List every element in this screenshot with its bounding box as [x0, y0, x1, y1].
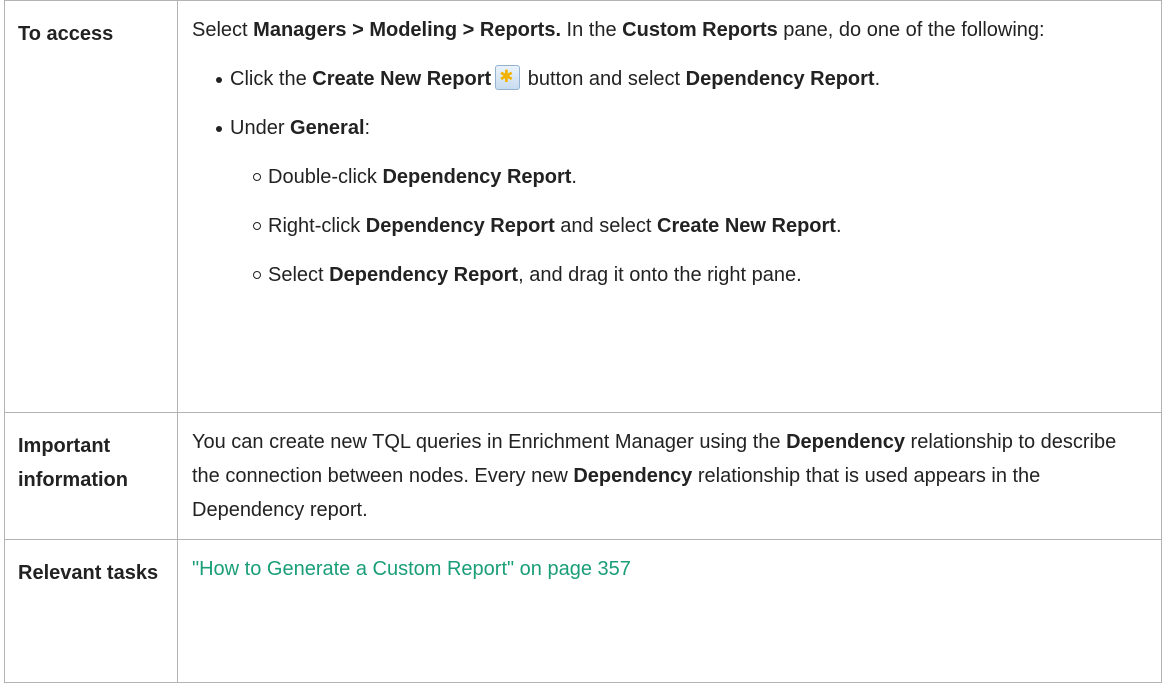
- intro-paragraph: Select Managers > Modeling > Reports. In…: [192, 13, 1147, 47]
- generate-custom-report-link[interactable]: "How to Generate a Custom Report" on pag…: [192, 558, 631, 580]
- row-content-to-access: Select Managers > Modeling > Reports. In…: [177, 0, 1162, 413]
- bullet-dot: [216, 126, 222, 132]
- button-name: Create New Report: [312, 68, 492, 90]
- row-label-relevant-tasks: Relevant tasks: [4, 539, 178, 683]
- text-span: Double-click: [268, 166, 383, 188]
- table-row-important-information: Important information You can create new…: [4, 412, 1162, 540]
- sub-bullet-drag: Select Dependency Report, and drag it on…: [192, 258, 1147, 292]
- menu-path: Managers > Modeling > Reports.: [253, 19, 561, 41]
- important-paragraph: You can create new TQL queries in Enrich…: [192, 425, 1147, 527]
- row-content-important-information: You can create new TQL queries in Enrich…: [177, 412, 1162, 540]
- text-span: , and drag it onto the right pane.: [518, 264, 802, 286]
- relationship-name: Dependency: [573, 465, 693, 487]
- text-span: and select: [554, 215, 658, 237]
- pane-name: Custom Reports: [622, 19, 778, 41]
- text-span: You can create new TQL queries in Enrich…: [192, 431, 787, 453]
- report-name: Dependency Report: [382, 166, 572, 188]
- text-span: .: [874, 68, 881, 90]
- text-span: Under: [230, 117, 291, 139]
- text-span: Select: [268, 264, 330, 286]
- report-name: Dependency Report: [365, 215, 555, 237]
- relationship-name: Dependency: [786, 431, 905, 453]
- bullet-dot: [216, 77, 222, 83]
- sub-bullet-ring: [253, 173, 261, 181]
- row-label-to-access: To access: [4, 0, 178, 413]
- text-span: In the: [561, 19, 623, 41]
- report-name: Dependency Report: [329, 264, 519, 286]
- report-name: Dependency Report: [685, 68, 875, 90]
- text-span: Select: [192, 19, 254, 41]
- command-name: Create New Report: [657, 215, 836, 237]
- row-content-relevant-tasks: "How to Generate a Custom Report" on pag…: [177, 539, 1162, 683]
- create-new-report-icon: [495, 65, 521, 90]
- row-label-important-information: Important information: [4, 412, 178, 540]
- text-span: .: [571, 166, 577, 188]
- category-name: General: [290, 117, 365, 139]
- sub-bullet-ring: [253, 222, 261, 230]
- sub-bullet-ring: [253, 271, 261, 279]
- text-span: .: [835, 215, 842, 237]
- text-span: :: [364, 117, 371, 139]
- bullet-create-new-report: Click the Create New Report button and s…: [192, 62, 1147, 96]
- text-span: Click the: [230, 68, 313, 90]
- sub-bullet-double-click: Double-click Dependency Report.: [192, 160, 1147, 194]
- text-span: pane, do one of the following:: [777, 19, 1045, 41]
- table-row-to-access: To access Select Managers > Modeling > R…: [4, 0, 1162, 413]
- bullet-under-general: Under General:: [192, 111, 1147, 145]
- text-span: Right-click: [268, 215, 366, 237]
- sub-bullet-right-click: Right-click Dependency Report and select…: [192, 209, 1147, 243]
- text-span: button and select: [522, 68, 686, 90]
- table-row-relevant-tasks: Relevant tasks "How to Generate a Custom…: [4, 539, 1162, 683]
- info-table: To access Select Managers > Modeling > R…: [4, 0, 1162, 683]
